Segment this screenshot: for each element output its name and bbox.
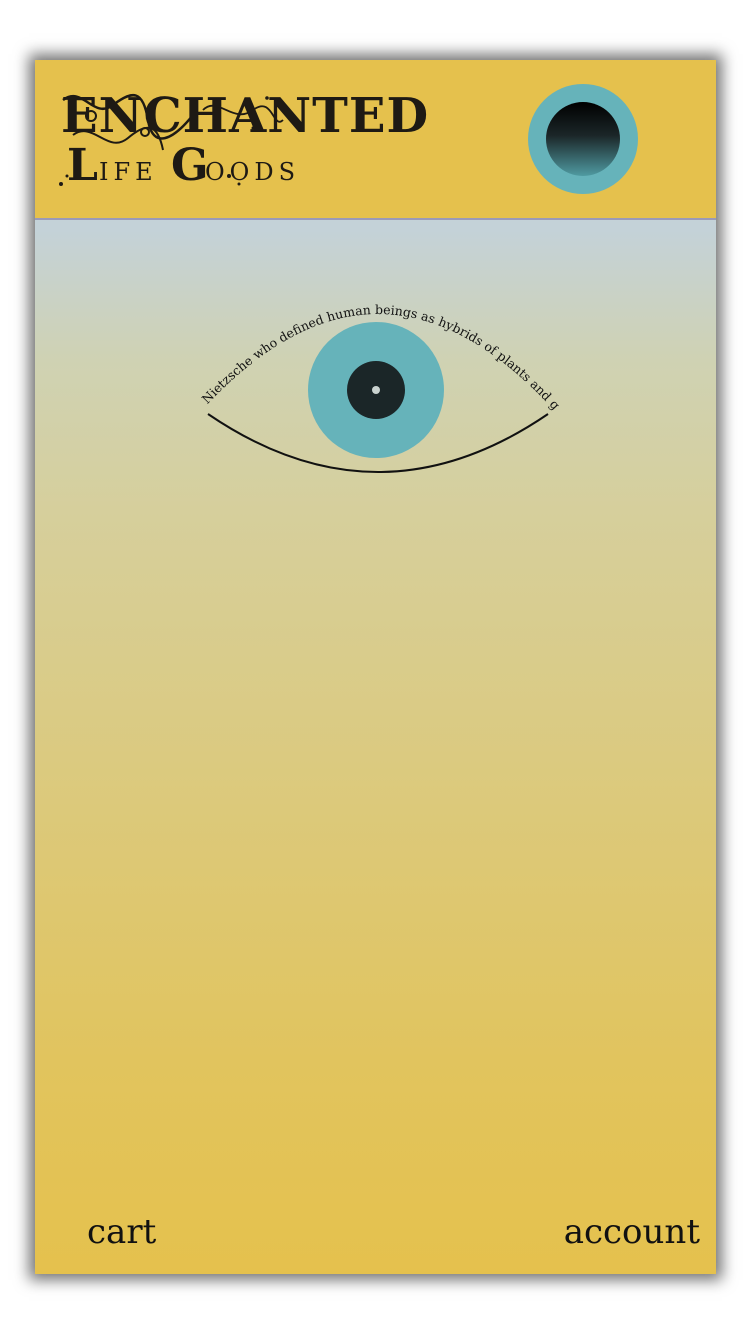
eye-highlight [372, 386, 380, 394]
eye-illustration: it was Nietzsche who defined human being… [35, 60, 716, 560]
quote-text: it was Nietzsche who defined human being… [35, 60, 563, 413]
eye-icon: it was Nietzsche who defined human being… [35, 60, 563, 473]
cart-link[interactable]: cart [87, 1212, 156, 1252]
app-screen: ENCHANTED L IFE G OODS it was Nietzsche … [35, 60, 716, 1274]
quote-arc-text: it was Nietzsche who defined human being… [35, 60, 563, 413]
account-link[interactable]: account [564, 1212, 700, 1252]
